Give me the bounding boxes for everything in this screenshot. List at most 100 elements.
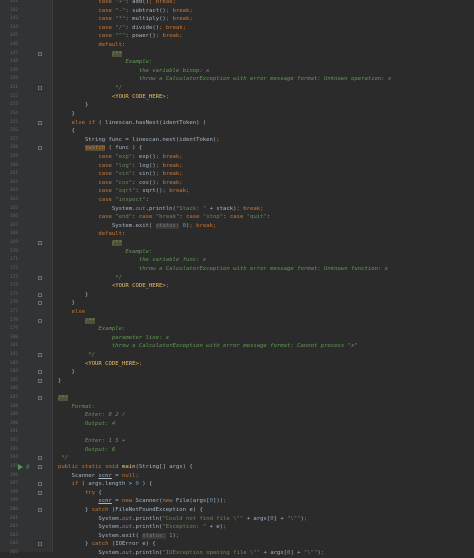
code-line[interactable]: 143 case "*": multiply(); break; [0,15,474,24]
code-line[interactable]: 170 Example: [0,248,474,257]
code-line[interactable]: 168 default: [0,230,474,239]
code-line[interactable]: 158 switch ( func ) { [0,144,474,153]
code-line[interactable]: 191 [0,428,474,437]
code-line[interactable]: 141 case "+": add(); break; [0,0,474,7]
code-line[interactable]: 153 } [0,101,474,110]
line-number: 163 [9,188,18,194]
code-text: the variable binop: x [58,67,210,74]
code-lines[interactable]: 141 case "+": add(); break; 142 case "-":… [0,0,474,558]
code-line[interactable]: 151 */ [0,84,474,93]
code-line[interactable]: 199 scnr = new Scanner(new File(args[0])… [0,497,474,506]
code-line[interactable]: 190 Output: 4 [0,420,474,429]
code-line[interactable]: 187 /** [0,394,474,403]
fold-marker-icon[interactable] [38,542,42,547]
code-line[interactable]: 145 case "^": power(); break; [0,32,474,41]
code-line[interactable]: 182 */ [0,351,474,360]
code-line[interactable]: 157 String func = linescan.next(identTok… [0,136,474,145]
code-line[interactable]: 155 else if ( linescan.hasNext(identToke… [0,119,474,128]
code-line[interactable]: 167 System.exit( status: 0); break; [0,222,474,231]
fold-marker-icon[interactable] [38,120,42,125]
code-line[interactable]: 174 <YOUR CODE_HERE>; [0,282,474,291]
code-line[interactable]: 201 System.out.println("Could not find f… [0,515,474,524]
fold-marker-icon[interactable] [38,396,42,401]
code-line[interactable]: 166 case "end": case "break": case "stop… [0,213,474,222]
code-line[interactable]: 184 } [0,368,474,377]
code-text: parameter line: x [58,334,170,341]
code-line[interactable]: 161 case "sin": sin(); break; [0,170,474,179]
fold-marker-icon[interactable] [38,318,42,323]
code-line[interactable]: 160 case "log": log(); break; [0,162,474,171]
code-line[interactable]: 169 /** [0,239,474,248]
code-line[interactable]: 180 parameter line: x [0,334,474,343]
code-line[interactable]: 204 } catch (IOError e) { [0,540,474,549]
code-line[interactable]: 148 Example: [0,58,474,67]
fold-marker-icon[interactable] [38,507,42,512]
fold-marker-icon[interactable] [38,86,42,91]
code-line[interactable]: 192 Enter: 1 5 + [0,437,474,446]
code-line[interactable]: 186 [0,385,474,394]
line-number: 181 [9,343,18,349]
fold-marker-icon[interactable] [38,51,42,56]
code-line[interactable]: 195 @ public static void main(String[] arg… [0,463,474,472]
fold-marker-icon[interactable] [38,464,42,469]
line-number: 175 [9,291,18,297]
code-line[interactable]: 149 the variable binop: x [0,67,474,76]
code-line[interactable]: 198 try { [0,489,474,498]
code-line[interactable]: 179 Example: [0,325,474,334]
code-line[interactable]: 173 */ [0,274,474,283]
code-line[interactable]: 205 System.out.println("IOException open… [0,549,474,558]
code-line[interactable]: 144 case "/": divide(); break; [0,24,474,33]
code-line[interactable]: 150 throw a CalculatorException with err… [0,75,474,84]
code-line[interactable]: 177 else [0,308,474,317]
code-line[interactable]: 154 } [0,110,474,119]
line-number: 161 [9,171,18,177]
code-line[interactable]: 171 the variable func: x [0,256,474,265]
code-editor[interactable]: 141 case "+": add(); break; 142 case "-":… [0,0,474,556]
code-text: } [58,300,75,307]
code-line[interactable]: 197 if ( args.length > 0 ) { [0,480,474,489]
code-line[interactable]: 202 System.out.println("Exception: " + e… [0,523,474,532]
line-number: 152 [9,93,18,99]
code-line[interactable]: 142 case "-": subtract(); break; [0,7,474,16]
fold-marker-icon[interactable] [38,482,42,487]
code-text: /** [111,240,122,247]
code-line[interactable]: 146 default: [0,41,474,50]
code-line[interactable]: 181 throw a CalculatorException with err… [0,342,474,351]
code-line[interactable]: 188 Format: [0,403,474,412]
code-line[interactable]: 193 Output: 6 [0,446,474,455]
code-line[interactable]: 200 } catch (FileNotFoundException e) { [0,506,474,515]
fold-marker-icon[interactable] [38,146,42,151]
fold-marker-icon[interactable] [38,301,42,306]
code-line[interactable]: 172 throw a CalculatorException with err… [0,265,474,274]
code-text: Scanner scnr = null; [58,472,139,479]
code-text: } [58,291,89,298]
code-line[interactable]: 156 { [0,127,474,136]
code-line[interactable]: 203 System.exit( status: 1); [0,532,474,541]
code-line[interactable]: 185} [0,377,474,386]
code-line[interactable]: 159 case "exp": exp(); break; [0,153,474,162]
fold-marker-icon[interactable] [38,456,42,461]
code-line[interactable]: 165 System.out.println("Stack: " + stack… [0,205,474,214]
fold-marker-icon[interactable] [38,292,42,297]
code-line[interactable]: 176 } [0,299,474,308]
code-line[interactable]: 183 <YOUR CODE_HERE>; [0,360,474,369]
run-icon[interactable] [18,463,23,470]
fold-marker-icon[interactable] [38,378,42,383]
fold-marker-icon[interactable] [38,352,42,357]
code-line[interactable]: 196 Scanner scnr = null; [0,472,474,481]
fold-marker-icon[interactable] [38,275,42,280]
code-line[interactable]: 178 /** [0,317,474,326]
code-line[interactable]: 175 } [0,291,474,300]
code-line[interactable]: 162 case "cos": cos(); break; [0,179,474,188]
code-line[interactable]: 152 <YOUR CODE_HERE>; [0,93,474,102]
fold-marker-icon[interactable] [38,241,42,246]
code-line[interactable]: 147 /** [0,50,474,59]
code-line[interactable]: 194 */ [0,454,474,463]
code-line[interactable]: 164 case "inspect": [0,196,474,205]
fold-marker-icon[interactable] [38,370,42,375]
fold-marker-icon[interactable] [38,490,42,495]
code-line[interactable]: 163 case "sqrt": sqrt(); break; [0,187,474,196]
code-line[interactable]: 189 Enter: 8 2 / [0,411,474,420]
code-text: <YOUR CODE_HERE>; [111,93,170,100]
line-number: 143 [9,16,18,22]
